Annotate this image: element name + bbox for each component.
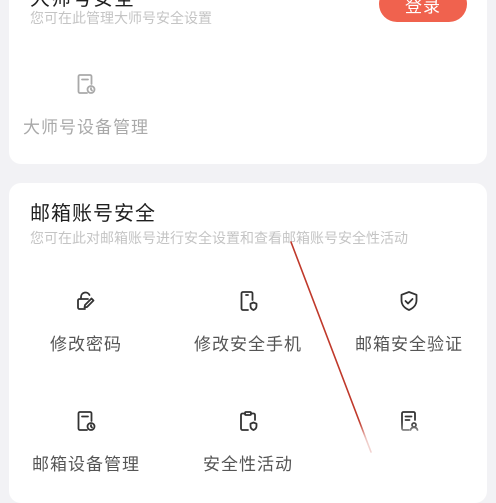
section-title: 邮箱账号安全: [30, 201, 156, 225]
item-label: 安全性活动: [203, 455, 293, 475]
item-label: 修改密码: [50, 335, 122, 355]
security-activity-item[interactable]: 安全性活动: [173, 409, 323, 499]
security-phone-icon: [236, 289, 260, 313]
change-password-item[interactable]: 修改密码: [11, 289, 161, 379]
item-label: 邮箱设备管理: [32, 455, 140, 475]
device-manage-icon: [74, 409, 98, 433]
section-subtitle: 您可在此管理大师号安全设置: [30, 11, 212, 27]
item-label: 邮箱安全验证: [355, 335, 463, 355]
item-label: 修改安全手机: [194, 335, 302, 355]
login-button[interactable]: 登录: [379, 0, 467, 22]
security-activity-icon: [236, 409, 260, 433]
shield-check-icon: [397, 289, 421, 313]
mail-device-manage-item[interactable]: 邮箱设备管理: [11, 409, 161, 499]
blur-overlay: [356, 430, 476, 484]
item-label: 大师号设备管理: [23, 118, 149, 138]
master-account-security-card: 大师号安全 您可在此管理大师号安全设置 登录 大师号设备管理: [9, 0, 487, 164]
device-manage-icon: [74, 72, 98, 96]
change-security-phone-item[interactable]: 修改安全手机: [173, 289, 323, 379]
master-device-manage-item[interactable]: 大师号设备管理: [11, 72, 161, 162]
section-subtitle: 您可在此对邮箱账号进行安全设置和查看邮箱账号安全性活动: [30, 231, 408, 247]
edit-password-icon: [74, 289, 98, 313]
mail-security-verify-item[interactable]: 邮箱安全验证: [334, 289, 484, 379]
